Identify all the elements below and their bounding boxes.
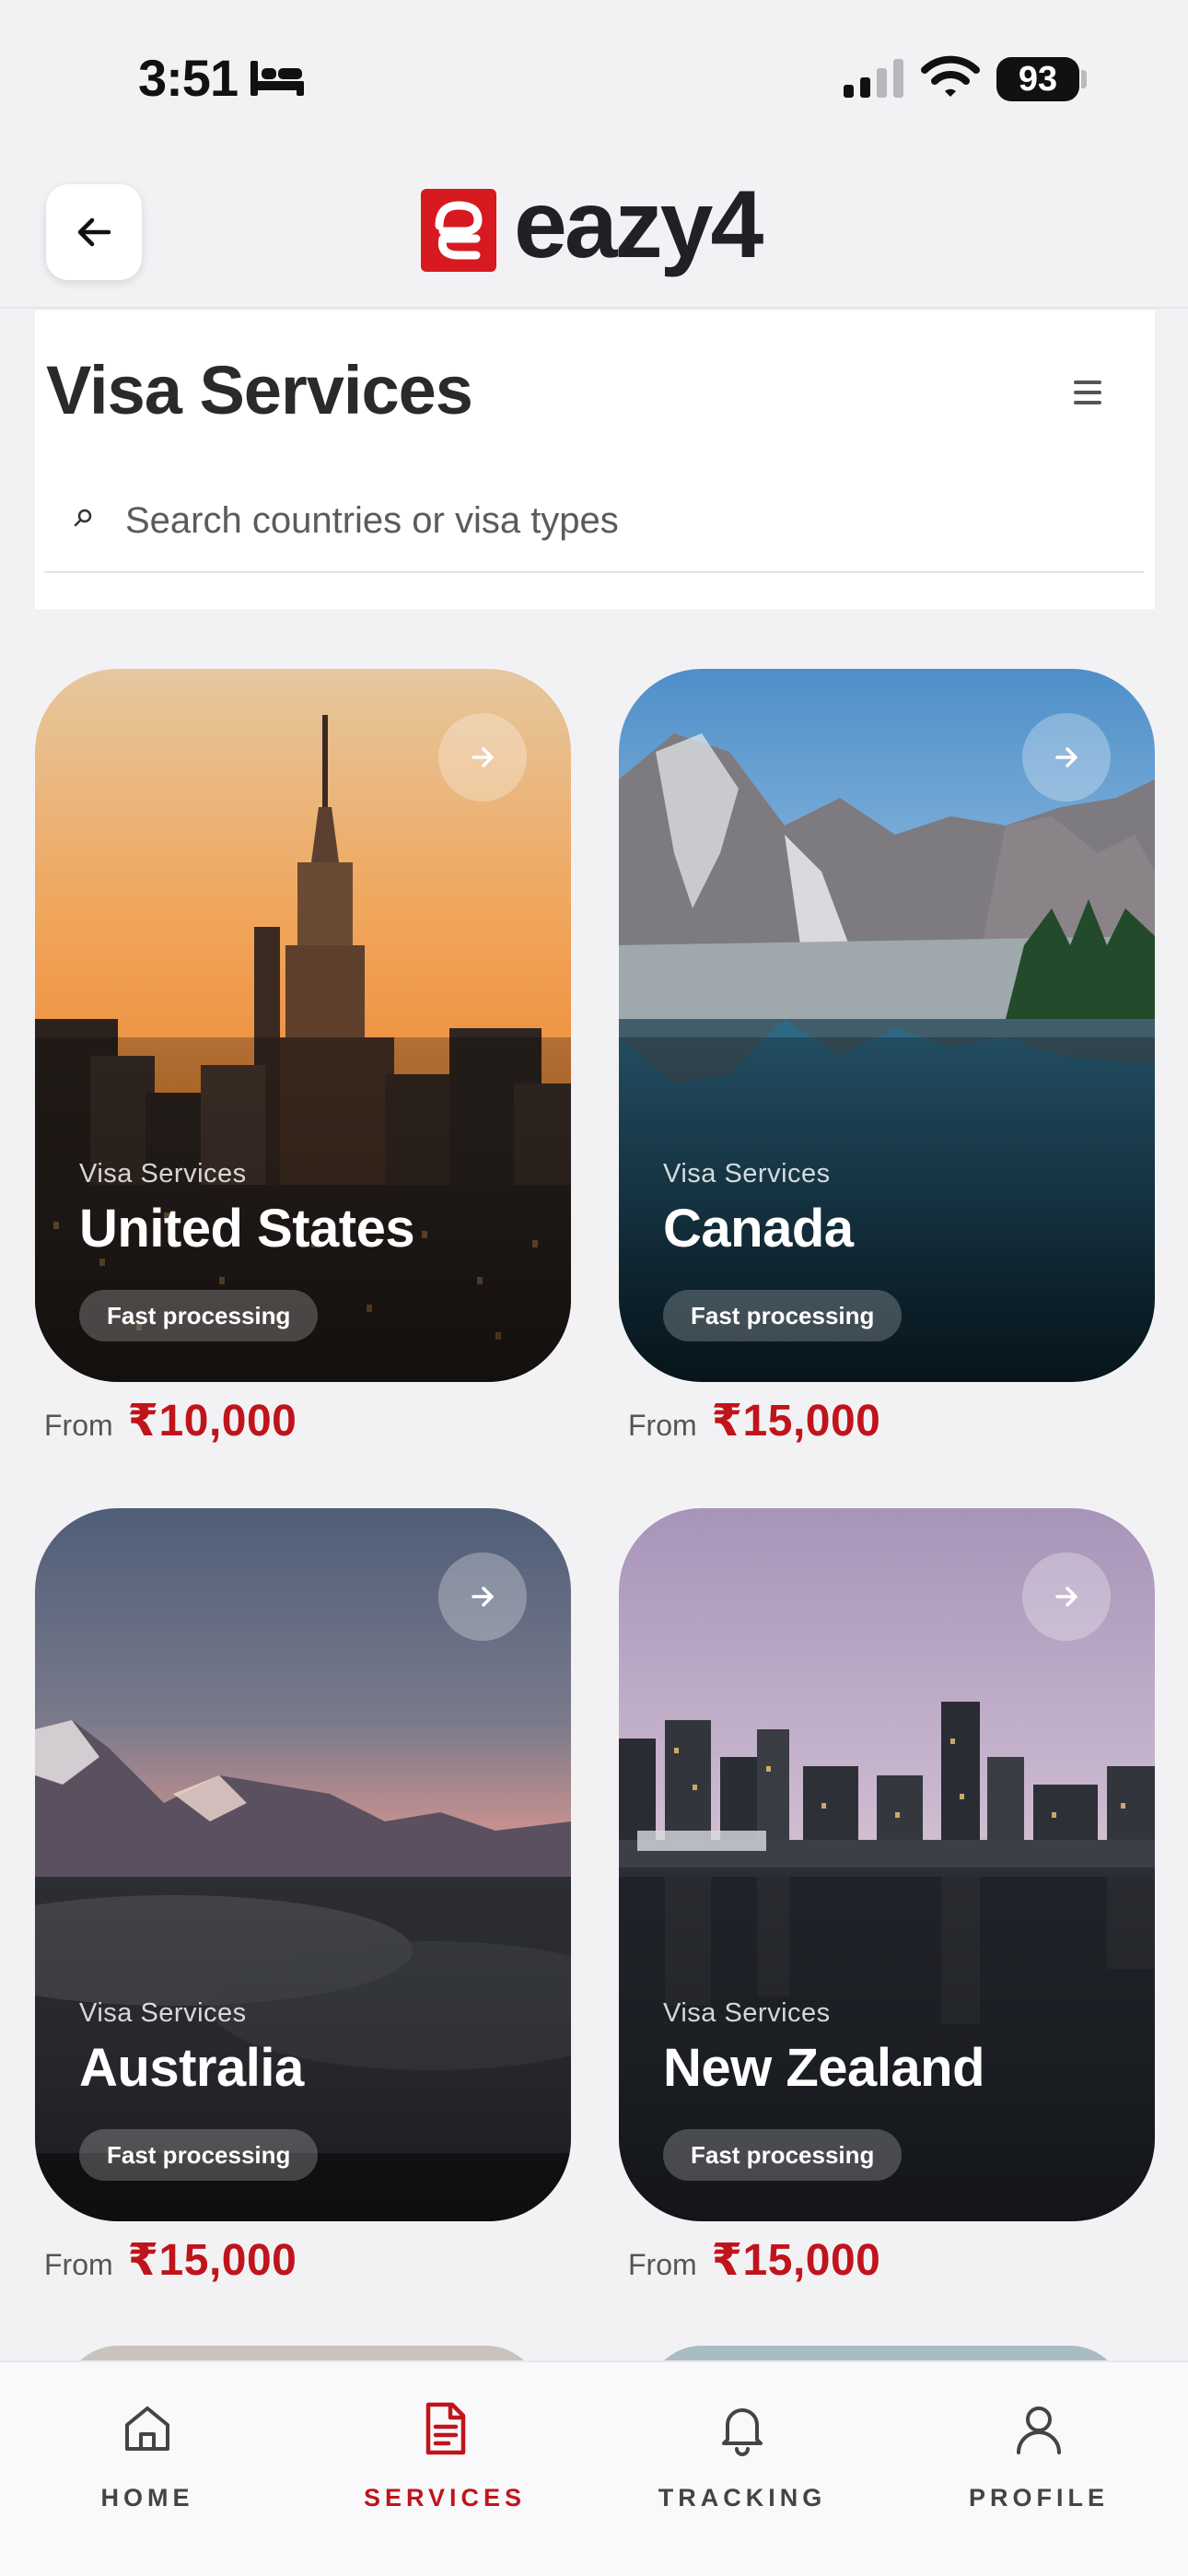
arrow-left-icon [77, 217, 111, 247]
card-image[interactable]: Visa Services United States Fast process… [35, 669, 571, 1382]
price-row: From ₹10,000 [44, 1395, 297, 1446]
nav-label: PROFILE [968, 2484, 1109, 2512]
card-country-name: Australia [79, 2038, 304, 2098]
card-image[interactable]: Visa Services Canada Fast processing [619, 669, 1155, 1382]
card-country-name: United States [79, 1199, 415, 1259]
card-kicker: Visa Services [79, 1159, 247, 1188]
price-prefix: From [628, 2248, 697, 2281]
visa-card-united-states[interactable]: Visa Services United States Fast process… [35, 669, 571, 1446]
bottom-navigation: HOME SERVICES TRACKING PROFILE [0, 2360, 1188, 2576]
brand-logo-text: eazy4 [514, 171, 763, 278]
nav-item-services[interactable]: SERVICES [334, 2399, 555, 2537]
status-bar: 3:51 93 [0, 0, 1188, 157]
page-title: Visa Services [46, 352, 473, 428]
visa-card-canada[interactable]: Visa Services Canada Fast processing Fro… [619, 669, 1155, 1446]
price-prefix: From [44, 2248, 113, 2281]
nav-label: TRACKING [658, 2484, 827, 2512]
arrow-right-icon [1055, 1587, 1077, 1607]
status-badge: Fast processing [79, 2129, 319, 2181]
card-country-name: New Zealand [663, 2038, 985, 2098]
price-value: ₹15,000 [711, 2236, 881, 2285]
document-icon [425, 2402, 466, 2455]
arrow-right-icon [472, 747, 494, 767]
status-badge: Fast processing [663, 1290, 903, 1341]
menu-icon[interactable] [1066, 375, 1109, 410]
app-header: eazy4 [0, 157, 1188, 309]
nav-item-tracking[interactable]: TRACKING [632, 2399, 853, 2537]
home-icon [125, 2406, 169, 2451]
arrow-right-button[interactable] [1022, 713, 1111, 802]
nav-item-profile[interactable]: PROFILE [928, 2399, 1149, 2537]
status-badge: Fast processing [79, 1290, 319, 1341]
arrow-right-icon [472, 1587, 494, 1607]
battery-tip [1081, 70, 1087, 88]
search-input[interactable] [125, 492, 1120, 549]
price-row: From ₹15,000 [44, 2234, 297, 2286]
user-icon [1017, 2406, 1061, 2454]
visa-card-new-zealand[interactable]: Visa Services New Zealand Fast processin… [619, 1508, 1155, 2285]
card-kicker: Visa Services [79, 1998, 247, 2028]
card-kicker: Visa Services [663, 1159, 831, 1188]
sleep-mode-icon [250, 61, 304, 96]
nav-label: HOME [100, 2484, 194, 2512]
price-prefix: From [44, 1409, 113, 1442]
nav-label: SERVICES [363, 2484, 527, 2512]
price-value: ₹15,000 [711, 1397, 881, 1446]
title-panel: Visa Services [35, 310, 1155, 609]
card-country-name: Canada [663, 1199, 854, 1259]
arrow-right-button[interactable] [1022, 1552, 1111, 1641]
price-prefix: From [628, 1409, 697, 1442]
arrow-right-button[interactable] [438, 1552, 527, 1641]
arrow-right-icon [1055, 747, 1077, 767]
search-bar[interactable] [44, 472, 1144, 573]
price-row: From ₹15,000 [628, 2234, 880, 2286]
nav-item-home[interactable]: HOME [37, 2399, 258, 2537]
price-value: ₹15,000 [127, 2236, 297, 2285]
price-row: From ₹15,000 [628, 1395, 880, 1446]
status-badge: Fast processing [663, 2129, 903, 2181]
wifi-icon [921, 55, 980, 97]
bell-icon [722, 2408, 763, 2456]
status-time: 3:51 [138, 49, 239, 107]
card-image[interactable]: Visa Services Australia Fast processing [35, 1508, 571, 2221]
brand-logo-icon [421, 189, 496, 272]
search-icon [74, 509, 92, 527]
card-image[interactable]: Visa Services New Zealand Fast processin… [619, 1508, 1155, 2221]
card-kicker: Visa Services [663, 1998, 831, 2028]
visa-card-australia[interactable]: Visa Services Australia Fast processing … [35, 1508, 571, 2285]
cellular-signal-icon [844, 59, 903, 98]
arrow-right-button[interactable] [438, 713, 527, 802]
price-value: ₹10,000 [127, 1397, 297, 1446]
back-button[interactable] [46, 184, 142, 280]
battery-indicator: 93 [996, 57, 1079, 101]
